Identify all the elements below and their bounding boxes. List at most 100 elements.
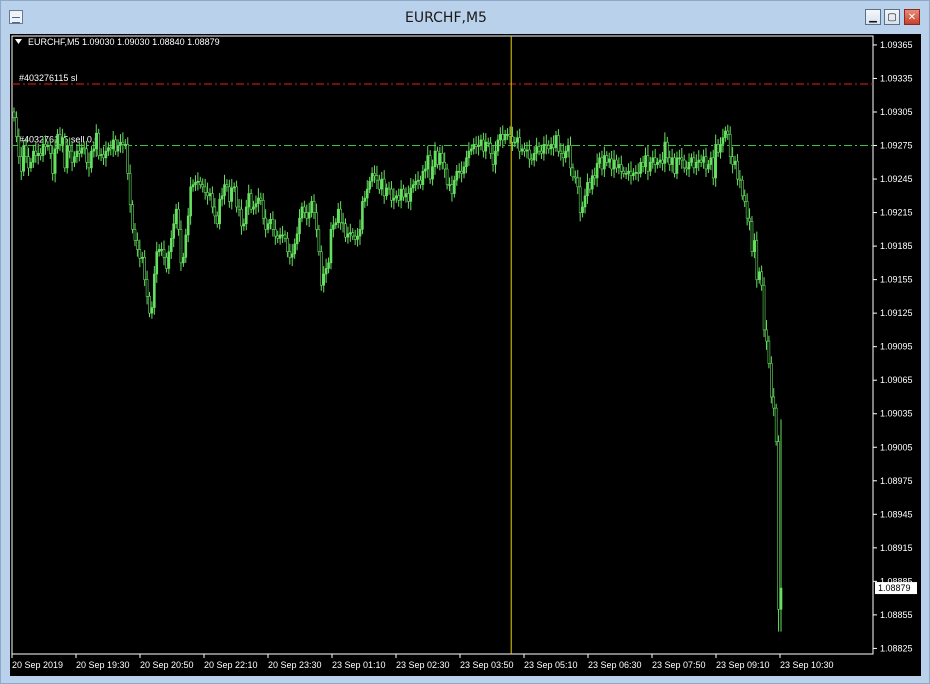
candle-body <box>249 193 253 210</box>
candle-body <box>445 168 449 185</box>
candle-body <box>753 240 756 252</box>
candle-body <box>542 144 546 154</box>
title-bar[interactable]: EURCHF,M5 ▁ ▢ ✕ <box>1 1 929 34</box>
candle-body <box>153 273 156 308</box>
candle-body <box>65 145 69 169</box>
candle-body <box>90 150 93 169</box>
close-button[interactable]: ✕ <box>904 9 920 25</box>
candle-body <box>206 192 209 197</box>
candle-body <box>97 132 100 156</box>
candle-body <box>138 249 142 259</box>
candle-body <box>610 158 613 170</box>
candle-body <box>515 137 519 143</box>
candle-body <box>327 262 330 269</box>
candle-body <box>472 144 476 150</box>
candle-body <box>651 157 655 163</box>
price-chart[interactable]: 1.09365 1.09335 1.09305 1.09275 1.09245 1.092… <box>10 34 921 676</box>
candle-body <box>82 147 86 150</box>
y-tick-label: 1.09155 <box>880 275 913 285</box>
candle-body <box>443 161 446 170</box>
y-tick-label: 1.09065 <box>880 375 913 385</box>
candle-body <box>116 145 120 152</box>
candle-body <box>148 296 151 314</box>
candle-body <box>520 148 524 152</box>
candle-body <box>44 144 47 147</box>
candle-body <box>114 139 117 152</box>
candle-body <box>760 271 763 286</box>
candle-body <box>646 155 650 172</box>
maximize-button[interactable]: ▢ <box>884 9 900 25</box>
candle-body <box>571 167 575 178</box>
candle-body <box>119 141 122 146</box>
y-tick-label: 1.08945 <box>880 509 913 519</box>
candle-body <box>397 195 401 201</box>
candle-body <box>448 184 451 186</box>
candle-body <box>450 184 454 194</box>
candle-body <box>307 212 311 219</box>
candle-body <box>39 153 42 156</box>
candle-body <box>477 145 480 147</box>
candle-body <box>126 144 130 174</box>
candle-body <box>19 156 23 172</box>
candle-body <box>349 232 352 235</box>
candle-body <box>213 206 217 217</box>
y-tick-label: 1.09215 <box>880 208 913 218</box>
y-tick-label: 1.09305 <box>880 107 913 117</box>
candle-body <box>247 193 250 208</box>
candle-body <box>537 146 541 152</box>
candle-body <box>731 156 734 165</box>
candle-body <box>649 161 652 172</box>
candle-body <box>235 186 238 208</box>
candle-body <box>104 150 108 159</box>
candle-body <box>196 180 200 183</box>
candle-body <box>777 441 780 610</box>
candle-body <box>317 229 321 252</box>
plot-frame <box>11 35 874 655</box>
candle-body <box>506 134 509 136</box>
y-tick-label: 1.09095 <box>880 342 913 352</box>
candle-body <box>743 195 747 202</box>
candle-body <box>593 175 596 179</box>
candle-body <box>779 587 783 610</box>
candle-body <box>460 170 463 174</box>
candle-body <box>414 180 417 185</box>
candle-body <box>552 144 555 149</box>
candle-body <box>375 175 379 181</box>
candle-body <box>136 240 139 250</box>
minimize-button[interactable]: ▁ <box>865 9 881 25</box>
candle-body <box>750 221 754 252</box>
y-tick-label: 1.09365 <box>880 40 913 50</box>
candle-body <box>123 144 127 146</box>
candle-body <box>305 212 309 219</box>
candle-body <box>61 137 64 145</box>
candle-body <box>484 141 488 152</box>
candle-body <box>431 166 434 180</box>
candle-body <box>111 139 115 150</box>
candle-body <box>491 153 495 165</box>
candle-body <box>624 173 628 175</box>
candle-body <box>421 170 425 185</box>
candle-body <box>56 134 59 150</box>
candle-body <box>675 157 679 174</box>
candle-body <box>128 173 132 206</box>
candle-body <box>762 284 766 331</box>
candle-body <box>344 223 347 238</box>
chart-area[interactable]: 1.09365 1.09335 1.09305 1.09275 1.09245 1.092… <box>10 34 921 676</box>
candle-body <box>627 170 630 174</box>
candle-body <box>68 145 71 152</box>
symbol-info: EURCHF,M5 1.09030 1.09030 1.08840 1.0887… <box>28 37 220 47</box>
candle-body <box>733 160 737 165</box>
candle-body <box>73 156 76 163</box>
candle-body <box>545 144 548 146</box>
candle-body <box>259 197 263 201</box>
candle-body <box>191 184 195 188</box>
candle-body <box>46 145 50 147</box>
candle-body <box>174 208 178 225</box>
candle-body <box>373 173 376 176</box>
candle-body <box>295 233 299 245</box>
candle-body <box>704 156 708 170</box>
candle-body <box>12 111 16 118</box>
candle-body <box>382 178 386 197</box>
candle-body <box>692 157 696 169</box>
candle-body <box>757 271 761 280</box>
